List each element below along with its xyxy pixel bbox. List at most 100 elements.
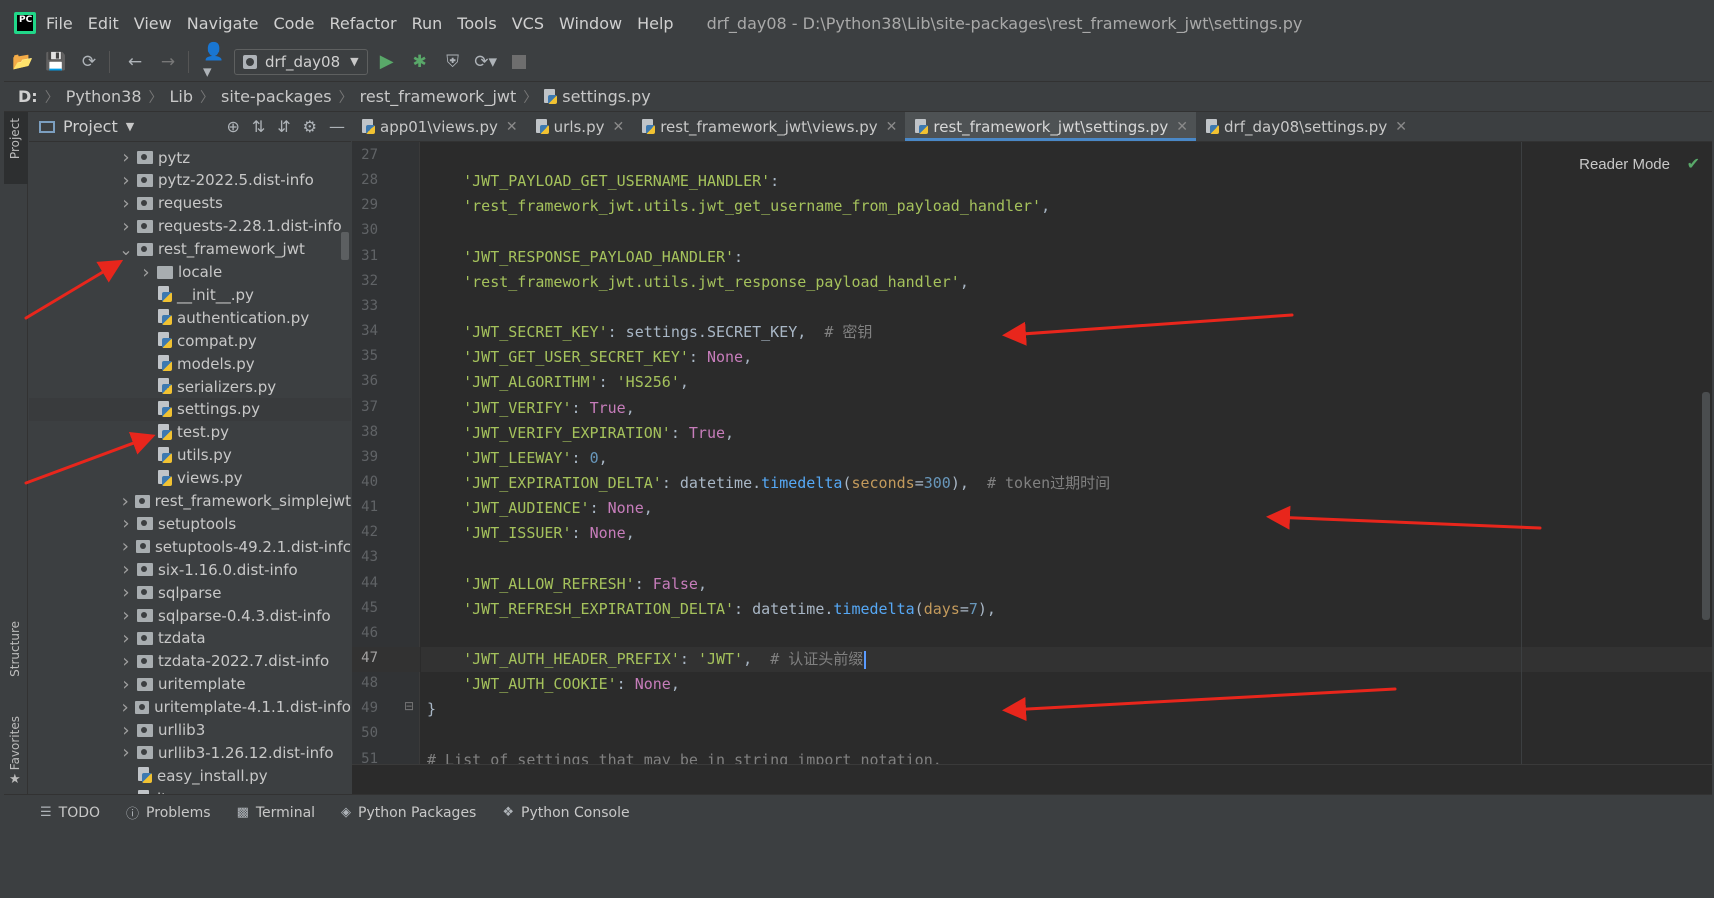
- chevron-right-icon[interactable]: ›: [119, 216, 133, 237]
- menu-help[interactable]: Help: [637, 14, 673, 33]
- code-line[interactable]: [421, 144, 1712, 169]
- chevron-down-icon[interactable]: ⌄: [119, 240, 133, 259]
- tree-folder-row[interactable]: › uritemplate-4.1.1.dist-info: [29, 696, 352, 719]
- editor-tab[interactable]: rest_framework_jwt\views.py ✕: [632, 112, 905, 141]
- code-line[interactable]: 'JWT_ALGORITHM': 'HS256',: [421, 370, 1712, 395]
- reader-mode-button[interactable]: Reader Mode: [1579, 156, 1670, 173]
- chevron-right-icon[interactable]: ›: [119, 697, 131, 718]
- save-icon[interactable]: 💾: [45, 51, 67, 73]
- tree-file-row[interactable]: views.py: [29, 467, 351, 490]
- project-tool-button[interactable]: Project: [4, 112, 28, 184]
- tree-file-row[interactable]: authentication.py: [29, 306, 351, 329]
- tree-folder-row[interactable]: › locale: [29, 261, 351, 284]
- menu-navigate[interactable]: Navigate: [187, 14, 259, 33]
- chevron-right-icon[interactable]: ›: [119, 193, 133, 214]
- tree-folder-row[interactable]: › uritemplate: [29, 673, 351, 696]
- chevron-right-icon[interactable]: ›: [119, 651, 133, 672]
- run-icon[interactable]: ▶: [376, 51, 398, 73]
- chevron-right-icon[interactable]: ›: [119, 147, 133, 168]
- editor-tab[interactable]: urls.py ✕: [526, 112, 633, 141]
- tree-file-row[interactable]: settings.py: [29, 397, 351, 421]
- breadcrumb-site-packages[interactable]: site-packages: [221, 87, 332, 106]
- problems-tool-button[interactable]: ⓘ Problems: [126, 803, 211, 823]
- inspection-ok-icon[interactable]: ✔: [1687, 154, 1700, 173]
- menu-file[interactable]: File: [46, 14, 73, 33]
- menu-vcs[interactable]: VCS: [512, 14, 544, 33]
- python-packages-tool-button[interactable]: ◈ Python Packages: [341, 805, 476, 821]
- close-icon[interactable]: ✕: [506, 119, 518, 135]
- menu-window[interactable]: Window: [559, 14, 622, 33]
- code-line[interactable]: 'JWT_AUTH_HEADER_PREFIX': 'JWT', # 认证头前缀: [421, 647, 1712, 672]
- menu-tools[interactable]: Tools: [457, 14, 496, 33]
- chevron-right-icon[interactable]: ›: [119, 605, 133, 626]
- tree-folder-row[interactable]: › rest_framework_simplejwt: [29, 490, 351, 513]
- close-icon[interactable]: ✕: [612, 119, 624, 135]
- code-line[interactable]: 'JWT_EXPIRATION_DELTA': datetime.timedel…: [421, 471, 1712, 496]
- profile-icon[interactable]: ⟳▾: [474, 51, 497, 73]
- tree-folder-row[interactable]: › tzdata: [29, 627, 351, 650]
- code-line[interactable]: 'JWT_VERIFY': True,: [421, 396, 1712, 421]
- editor-tab[interactable]: app01\views.py ✕: [352, 112, 526, 141]
- chevron-down-icon[interactable]: ▼: [126, 120, 134, 133]
- tree-folder-row[interactable]: › six-1.16.0.dist-info: [29, 558, 351, 581]
- breadcrumb-rest-framework-jwt[interactable]: rest_framework_jwt: [360, 87, 517, 106]
- menu-refactor[interactable]: Refactor: [329, 14, 396, 33]
- code-line[interactable]: 'JWT_ISSUER': None,: [421, 521, 1712, 546]
- close-icon[interactable]: ✕: [1176, 119, 1188, 135]
- code-line[interactable]: [421, 219, 1712, 244]
- code-line[interactable]: 'JWT_SECRET_KEY': settings.SECRET_KEY, #…: [421, 320, 1712, 345]
- favorites-tool-button[interactable]: Favorites ★: [4, 712, 28, 794]
- code-line[interactable]: 'rest_framework_jwt.utils.jwt_response_p…: [421, 270, 1712, 295]
- back-arrow-icon[interactable]: ←: [124, 51, 146, 73]
- chevron-right-icon[interactable]: ›: [119, 513, 133, 534]
- code-line[interactable]: }: [421, 697, 1712, 722]
- code-area[interactable]: # List of settings that may be in string…: [421, 142, 1712, 764]
- tree-folder-row[interactable]: › pytz-2022.5.dist-info: [29, 169, 351, 192]
- gear-icon[interactable]: ⚙: [303, 117, 317, 136]
- open-folder-icon[interactable]: 📂: [12, 51, 34, 73]
- chevron-right-icon[interactable]: ›: [119, 582, 133, 603]
- code-line[interactable]: 'JWT_LEEWAY': 0,: [421, 446, 1712, 471]
- code-line[interactable]: 'JWT_GET_USER_SECRET_KEY': None,: [421, 345, 1712, 370]
- chevron-right-icon[interactable]: ›: [119, 536, 132, 557]
- tree-file-row[interactable]: __init__.py: [29, 283, 351, 306]
- code-line[interactable]: 'JWT_REFRESH_EXPIRATION_DELTA': datetime…: [421, 597, 1712, 622]
- chevron-right-icon[interactable]: ›: [119, 720, 133, 741]
- code-line[interactable]: [421, 546, 1712, 571]
- breadcrumb-lib[interactable]: Lib: [170, 87, 194, 106]
- tree-file-row[interactable]: test.py: [29, 421, 351, 444]
- tree-folder-row[interactable]: › pytz: [29, 146, 351, 169]
- sync-icon[interactable]: ⟳: [78, 51, 100, 73]
- tree-file-row[interactable]: compat.py: [29, 329, 351, 352]
- forward-arrow-icon[interactable]: →: [157, 51, 179, 73]
- stop-icon[interactable]: [511, 54, 526, 69]
- structure-tool-button[interactable]: Structure: [4, 617, 28, 693]
- editor-scrollbar[interactable]: [1702, 392, 1710, 620]
- python-console-tool-button[interactable]: ❖ Python Console: [502, 805, 629, 821]
- coverage-icon[interactable]: ⛨: [442, 51, 464, 73]
- tree-folder-row[interactable]: › urllib3-1.26.12.dist-info: [29, 741, 351, 764]
- tree-folder-row[interactable]: › requests: [29, 192, 351, 215]
- menu-edit[interactable]: Edit: [88, 14, 119, 33]
- editor-tab[interactable]: drf_day08\settings.py ✕: [1196, 112, 1415, 141]
- tree-folder-row[interactable]: › tzdata-2022.7.dist-info: [29, 650, 351, 673]
- tree-folder-row[interactable]: › sqlparse: [29, 581, 351, 604]
- user-icon[interactable]: 👤▾: [203, 42, 225, 82]
- menu-view[interactable]: View: [134, 14, 172, 33]
- breadcrumb-python38[interactable]: Python38: [66, 87, 142, 106]
- tree-folder-row[interactable]: › sqlparse-0.4.3.dist-info: [29, 604, 351, 627]
- chevron-right-icon[interactable]: ›: [119, 491, 131, 512]
- project-panel-title[interactable]: Project: [63, 117, 118, 136]
- chevron-right-icon[interactable]: ›: [119, 559, 133, 580]
- code-line[interactable]: 'rest_framework_jwt.utils.jwt_get_userna…: [421, 194, 1712, 219]
- tree-folder-row[interactable]: › setuptools-49.2.1.dist-infc: [29, 535, 351, 558]
- run-configuration-selector[interactable]: drf_day08 ▼: [234, 48, 368, 75]
- code-line[interactable]: 'JWT_ALLOW_REFRESH': False,: [421, 572, 1712, 597]
- minimize-icon[interactable]: —: [329, 117, 345, 136]
- terminal-tool-button[interactable]: ▩ Terminal: [237, 805, 315, 821]
- tree-file-row[interactable]: easy_install.py: [29, 764, 351, 787]
- collapse-all-icon[interactable]: ⇵: [277, 117, 290, 136]
- chevron-right-icon[interactable]: ›: [119, 170, 133, 191]
- chevron-right-icon[interactable]: ›: [139, 262, 153, 283]
- tree-file-row[interactable]: serializers.py: [29, 375, 351, 398]
